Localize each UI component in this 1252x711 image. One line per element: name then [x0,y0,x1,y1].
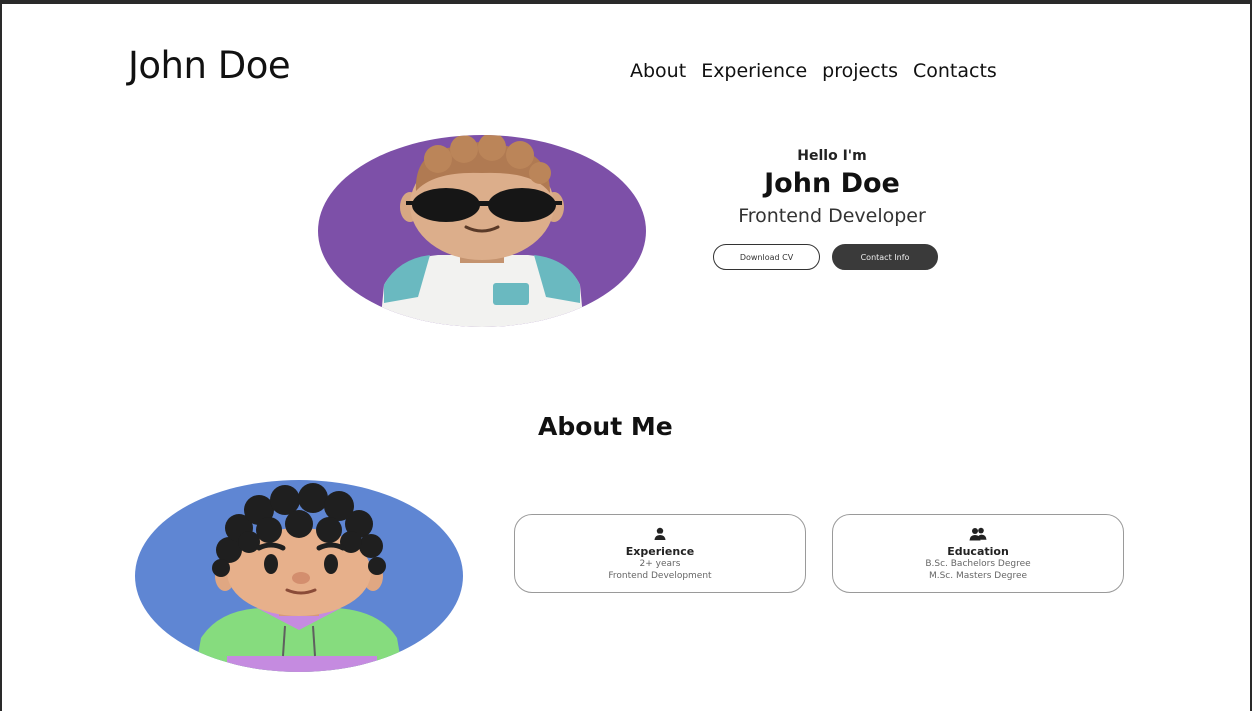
hero-intro: Hello I'm John Doe Frontend Developer [682,148,982,227]
avatar-curly-hair-illustration [195,483,403,672]
education-line-1: B.Sc. Bachelors Degree [925,559,1031,569]
experience-icon [654,527,666,540]
nav-contacts[interactable]: Contacts [913,60,997,82]
site-logo[interactable]: John Doe [128,44,291,87]
education-card: Education B.Sc. Bachelors Degree M.Sc. M… [832,514,1124,593]
hero-greeting: Hello I'm [797,148,867,164]
main-nav: About Experience projects Contacts [630,60,997,82]
experience-card: Experience 2+ years Frontend Development [514,514,806,593]
education-title: Education [947,545,1009,558]
page-frame: John Doe About Experience projects Conta… [0,0,1252,711]
contact-info-button[interactable]: Contact Info [832,244,938,270]
avatar-sunglasses-illustration [380,135,584,327]
download-cv-button[interactable]: Download CV [713,244,820,270]
experience-line-2: Frontend Development [608,571,712,581]
hero-role: Frontend Developer [738,205,926,227]
nav-projects[interactable]: projects [822,60,898,82]
experience-line-1: 2+ years [639,559,681,569]
nav-experience[interactable]: Experience [701,60,807,82]
nav-about[interactable]: About [630,60,686,82]
hero-name: John Doe [764,168,900,199]
experience-title: Experience [625,545,695,558]
hero-buttons: Download CV Contact Info [713,244,938,270]
about-avatar [135,480,463,672]
about-section-title: About Me [538,412,673,441]
education-line-2: M.Sc. Masters Degree [928,571,1028,581]
hero-avatar [318,135,646,327]
education-icon [969,527,987,541]
